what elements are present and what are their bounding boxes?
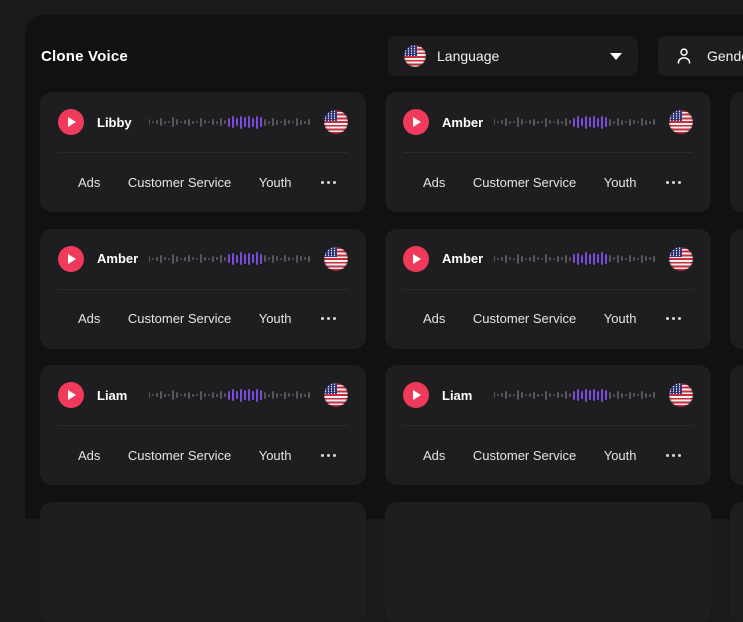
tag-list: Ads Customer Service Youth [385,153,711,211]
tag[interactable]: Customer Service [128,448,231,463]
play-icon [413,390,421,400]
voice-name: Liam [97,388,139,403]
voice-card-grid: Libby Ads Customer Service Youth Amber Ads… [40,92,743,622]
waveform [494,251,657,267]
ellipsis-icon [321,454,324,457]
voice-name: Liam [442,388,484,403]
voice-card[interactable]: Amber Ads Customer Service Youth [385,229,711,349]
play-icon [68,390,76,400]
language-filter-button[interactable]: Language [388,36,638,76]
more-tags-button[interactable] [319,315,338,322]
ellipsis-icon [666,181,669,184]
ellipsis-icon [321,181,324,184]
voice-name: Amber [97,251,139,266]
voice-card-partial[interactable] [40,502,366,622]
play-button[interactable] [403,382,429,408]
tag[interactable]: Customer Service [473,448,576,463]
waveform [149,251,312,267]
tag[interactable]: Customer Service [473,311,576,326]
more-tags-button[interactable] [319,179,338,186]
voice-name: Libby [97,115,139,130]
gender-filter-button[interactable]: Gender [658,36,743,76]
main-panel: Clone Voice Language Gender Libby A [25,15,743,519]
voice-card[interactable]: Liam Ads Customer Service Youth [40,365,366,485]
voice-card-partial[interactable] [385,502,711,622]
tag[interactable]: Youth [259,175,292,190]
us-flag-icon [669,110,693,134]
ellipsis-icon [321,317,324,320]
play-icon [68,117,76,127]
play-button[interactable] [58,246,84,272]
voice-card-header: Liam [40,365,366,425]
tag-list: Ads Customer Service Youth [385,290,711,348]
voice-name: Amber [442,115,484,130]
tag[interactable]: Youth [604,311,637,326]
tag[interactable]: Youth [604,448,637,463]
voice-card[interactable]: Liam Ads Customer Service Youth [385,365,711,485]
tag[interactable]: Youth [604,175,637,190]
voice-card[interactable]: Amber Ads Customer Service Youth [385,92,711,212]
tag[interactable]: Ads [78,448,100,463]
voice-card-header: Amber [385,92,711,152]
voice-card-partial[interactable] [730,229,743,349]
play-icon [413,254,421,264]
us-flag-icon [324,383,348,407]
tag-list: Ads Customer Service Youth [40,426,366,484]
tag[interactable]: Ads [423,448,445,463]
page-title: Clone Voice [41,48,128,65]
ellipsis-icon [666,454,669,457]
play-button[interactable] [403,109,429,135]
tag[interactable]: Youth [259,311,292,326]
waveform [149,114,312,130]
voice-card-header: Liam [385,365,711,425]
voice-card[interactable]: Libby Ads Customer Service Youth [40,92,366,212]
tag[interactable]: Ads [423,311,445,326]
waveform [494,114,657,130]
us-flag-icon [324,247,348,271]
language-filter-label: Language [437,48,499,64]
voice-card-partial[interactable] [730,365,743,485]
tag-list: Ads Customer Service Youth [385,426,711,484]
more-tags-button[interactable] [664,452,683,459]
tag-list: Ads Customer Service Youth [40,153,366,211]
voice-card[interactable]: Amber Ads Customer Service Youth [40,229,366,349]
more-tags-button[interactable] [664,179,683,186]
tag[interactable]: Customer Service [128,311,231,326]
play-button[interactable] [403,246,429,272]
voice-card-partial[interactable] [730,502,743,622]
caret-down-icon [610,53,622,60]
play-icon [413,117,421,127]
tag-list: Ads Customer Service Youth [40,290,366,348]
more-tags-button[interactable] [664,315,683,322]
tag[interactable]: Ads [423,175,445,190]
voice-card-partial[interactable] [730,92,743,212]
voice-card-header: Libby [40,92,366,152]
us-flag-icon [324,110,348,134]
person-icon [674,46,694,66]
tag[interactable]: Ads [78,311,100,326]
play-button[interactable] [58,382,84,408]
tag[interactable]: Customer Service [128,175,231,190]
us-flag-icon [669,383,693,407]
us-flag-icon [404,45,426,67]
waveform [494,387,657,403]
waveform [149,387,312,403]
ellipsis-icon [666,317,669,320]
gender-filter-label: Gender [707,48,743,64]
tag[interactable]: Ads [78,175,100,190]
voice-card-header: Amber [385,229,711,289]
play-button[interactable] [58,109,84,135]
more-tags-button[interactable] [319,452,338,459]
tag[interactable]: Customer Service [473,175,576,190]
us-flag-icon [669,247,693,271]
voice-name: Amber [442,251,484,266]
voice-card-header: Amber [40,229,366,289]
tag[interactable]: Youth [259,448,292,463]
play-icon [68,254,76,264]
